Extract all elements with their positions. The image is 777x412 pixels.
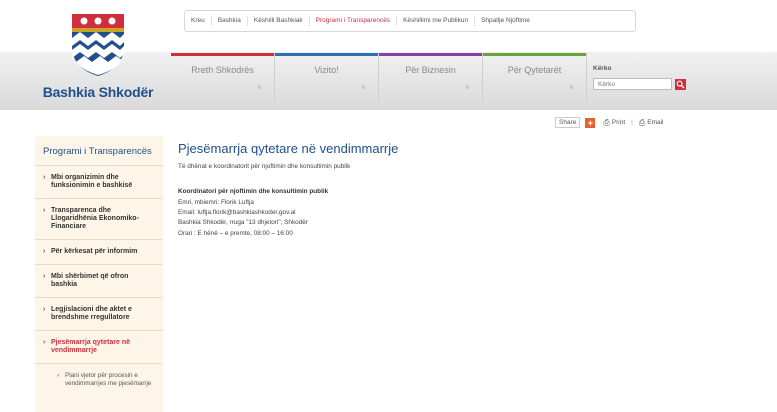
sidebar-item-sherbimet[interactable]: › Mbi shërbimet që ofron bashkia [35, 265, 163, 298]
top-nav-keshillimi-publikun[interactable]: Këshillimi me Publikun [397, 16, 476, 26]
main-nav-rreth-shkodres[interactable]: Rreth Shkodrës ∨ [171, 53, 275, 101]
main-nav-label: Për Qytetarët [507, 65, 562, 75]
separator: | [631, 119, 633, 126]
sidebar-item-label: Mbi shërbimet që ofron bashkia [51, 273, 129, 288]
search-box: Kërko [593, 65, 689, 90]
main-nav: Rreth Shkodrës ∨ Vizito! ∨ Për Biznesin … [171, 53, 587, 101]
coordinator-email[interactable]: Email: luftja.florik@bashkiashkoder.gov.… [178, 208, 598, 218]
coordinator-hours: Orari : E hënë – e premte, 08:00 – 16:00 [178, 229, 293, 237]
sidebar-item-transparenca[interactable]: › Transparenca dhe Llogaridhënia Ekonomi… [35, 199, 163, 240]
main-content: Pjesëmarrja qytetare në vendimmarrje Të … [178, 141, 598, 239]
page-title: Pjesëmarrja qytetare në vendimmarrje [178, 141, 399, 156]
search-icon [676, 80, 685, 88]
sidebar-item-kerkesat[interactable]: › Për kërkesat për informim [35, 240, 163, 265]
chevron-down-icon: ∨ [360, 84, 366, 91]
nav-accent-bar [275, 53, 378, 56]
nav-accent-bar [379, 53, 482, 56]
main-nav-label: Vizito! [314, 65, 339, 75]
bullet-icon: › [43, 339, 46, 346]
coordinator-name: Emri, mbiemri: Florik Luftja [178, 199, 254, 206]
search-row [593, 78, 689, 90]
bullet-icon: › [43, 306, 46, 313]
bullet-icon: › [43, 207, 46, 214]
top-nav-kreu[interactable]: Kreu [185, 16, 212, 26]
sidebar-item-label: Pjesëmarrja qytetare në vendimmarrje [51, 339, 130, 354]
search-input[interactable] [593, 78, 672, 90]
nav-accent-bar [483, 53, 586, 56]
sidebar-subitem-label: Plani vjetor për procesin e vendimmarrje… [65, 372, 152, 387]
top-nav-programi-transparences[interactable]: Programi i Transparencës [310, 16, 398, 26]
print-link[interactable]: ⎙ Print [603, 118, 625, 128]
sidebar-item-pjesemarrja[interactable]: › Pjesëmarrja qytetare në vendimmarrje [35, 331, 163, 364]
share-bar: Share + ⎙ Print | ⎙ Email [555, 117, 670, 128]
sidebar-item-label: Mbi organizimin dhe funksionimin e bashk… [51, 174, 133, 189]
bullet-icon: › [43, 248, 46, 255]
chevron-down-icon: ∨ [464, 84, 470, 91]
main-nav-per-biznesin[interactable]: Për Biznesin ∨ [379, 53, 483, 101]
coordinator-heading: Koordinatori për njoftimin dhe konsultim… [178, 188, 329, 195]
sidebar-item-legjislacioni[interactable]: › Legjislacioni dhe aktet e brendshme rr… [35, 298, 163, 331]
main-nav-vizito[interactable]: Vizito! ∨ [275, 53, 379, 101]
search-button[interactable] [675, 78, 686, 90]
sidebar-item-label: Transparenca dhe Llogaridhënia Ekonomiko… [51, 207, 139, 230]
top-nav-keshilli-bashkiak[interactable]: Këshilli Bashkiak [248, 16, 310, 26]
sidebar-title[interactable]: Programi i Transparencës [35, 136, 163, 166]
sidebar-subitem-plani-vjetor[interactable]: › Plani vjetor për procesin e vendimmarr… [35, 364, 163, 395]
bullet-icon: › [57, 372, 60, 379]
logo-text: Bashkia Shkodër [42, 84, 154, 100]
printer-icon: ⎙ [603, 117, 610, 127]
share-button[interactable]: Share [555, 117, 581, 128]
search-label: Kërko [593, 65, 612, 72]
main-nav-per-qytetaret[interactable]: Për Qytetarët ∨ [483, 53, 587, 101]
coat-of-arms-icon [72, 14, 124, 76]
main-nav-label: Rreth Shkodrës [191, 65, 254, 75]
top-nav-bashkia[interactable]: Bashkia [212, 16, 248, 26]
main-nav-label: Për Biznesin [405, 65, 456, 75]
printer-icon: ⎙ [638, 117, 646, 127]
plus-icon[interactable]: + [585, 117, 596, 128]
email-label: Email [647, 119, 664, 126]
chevron-down-icon: ∨ [568, 84, 574, 91]
logo[interactable]: Bashkia Shkodër [36, 12, 160, 104]
coordinator-address: Bashkia Shkodër, rruga "13 dhjetori", Sh… [178, 219, 308, 227]
email-link[interactable]: ⎙ Email [639, 118, 664, 128]
nav-accent-bar [171, 53, 274, 56]
bullet-icon: › [43, 273, 46, 280]
sidebar-item-organizimi[interactable]: › Mbi organizimin dhe funksionimin e bas… [35, 166, 163, 199]
chevron-down-icon: ∨ [256, 84, 262, 91]
sidebar-item-label: Legjislacioni dhe aktet e brendshme rreg… [51, 306, 132, 321]
print-label: Print [611, 119, 626, 126]
bullet-icon: › [43, 174, 46, 181]
sidebar: Programi i Transparencës › Mbi organizim… [35, 136, 163, 412]
top-nav-shpallje-njoftime[interactable]: Shpallje Njoftime [475, 16, 536, 26]
intro-text: Të dhënat e koordinatorit për njoftimin … [178, 163, 351, 170]
sidebar-item-label: Për kërkesat për informim [51, 248, 138, 255]
top-nav: Kreu Bashkia Këshilli Bashkiak Programi … [184, 10, 636, 32]
